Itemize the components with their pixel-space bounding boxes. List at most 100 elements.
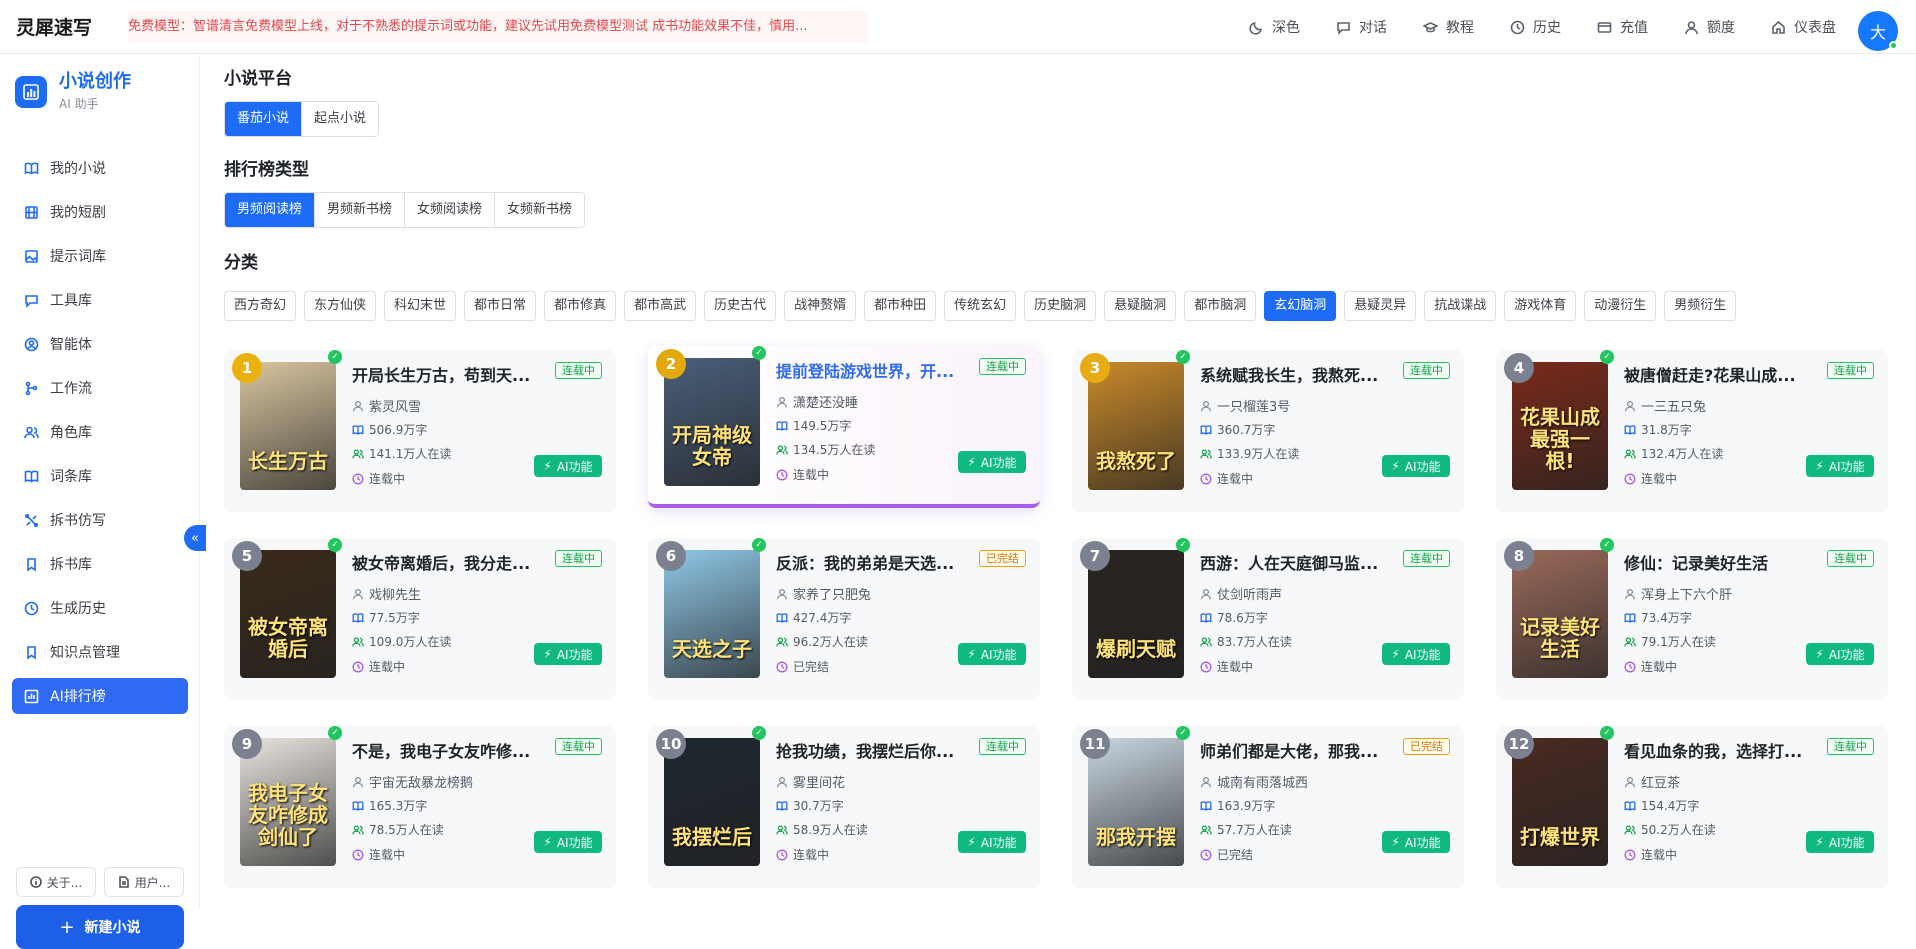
sidebar-item-9[interactable]: 拆书仿写 <box>12 502 188 538</box>
category-chip[interactable]: 抗战谍战 <box>1424 291 1497 321</box>
book-card[interactable]: 4 ✓ 花果山成最强一根! 被唐僧赶走?花果山成... 连载中 一三五只兔 31.8万字 13… <box>1496 350 1888 512</box>
category-chip[interactable]: 东方仙侠 <box>304 291 377 321</box>
sidebar-item-5[interactable]: 智能体 <box>12 326 188 362</box>
category-chip[interactable]: 都市种田 <box>864 291 937 321</box>
book-card[interactable]: 10 ✓ 我摆烂后 抢我功绩，我摆烂后你... 连载中 雾里间花 30.7万字 58.9万人在… <box>648 726 1040 888</box>
category-chip[interactable]: 玄幻脑洞 <box>1264 291 1337 321</box>
category-chip[interactable]: 传统玄幻 <box>944 291 1017 321</box>
category-chip[interactable]: 历史脑洞 <box>1024 291 1097 321</box>
book-title[interactable]: 抢我功绩，我摆烂后你... <box>776 738 956 762</box>
new-novel-button[interactable]: + 新建小说 <box>16 905 184 949</box>
category-chip[interactable]: 游戏体育 <box>1504 291 1577 321</box>
topnav-home[interactable]: 仪表盘 <box>1771 17 1836 37</box>
book-card[interactable]: 12 ✓ 打爆世界 看见血条的我，选择打... 连载中 红豆茶 154.4万字 50.2万人在… <box>1496 726 1888 888</box>
book-card[interactable]: 7 ✓ 爆刷天赋 西游：人在天庭御马监... 连载中 仗剑听雨声 78.6万字 83.7万人在… <box>1072 538 1464 700</box>
ranking-tab[interactable]: 女频新书榜 <box>494 193 585 227</box>
book-card[interactable]: 6 ✓ 天选之子 反派：我的弟弟是天选... 已完结 家养了只肥兔 427.4万字 96.2万… <box>648 538 1040 700</box>
app-logo[interactable]: 灵犀速写 <box>16 13 128 40</box>
book-cover[interactable]: 开局神级女帝 <box>664 358 760 486</box>
book-card[interactable]: 8 ✓ 记录美好生活 修仙：记录美好生活 连载中 浑身上下六个肝 73.4万字 79.1万人在… <box>1496 538 1888 700</box>
platform-tab[interactable]: 起点小说 <box>301 102 379 136</box>
category-chip[interactable]: 都市日常 <box>464 291 537 321</box>
book-cover[interactable]: 长生万古 <box>240 362 336 490</box>
sidebar-item-8[interactable]: 词条库 <box>12 458 188 494</box>
sidebar-item-13[interactable]: AI排行榜 <box>12 678 188 714</box>
topnav-card[interactable]: 充值 <box>1597 17 1648 37</box>
ai-feature-button[interactable]: ⚡ AI功能 <box>1806 831 1874 853</box>
book-title[interactable]: 被女帝离婚后，我分走... <box>352 550 532 574</box>
platform-tab[interactable]: 番茄小说 <box>225 102 302 136</box>
about-button[interactable]: 关于... <box>16 867 96 897</box>
topnav-chat[interactable]: 对话 <box>1336 17 1387 37</box>
ranking-tab[interactable]: 男频新书榜 <box>314 193 405 227</box>
category-chip[interactable]: 悬疑脑洞 <box>1104 291 1177 321</box>
sidebar-item-11[interactable]: 生成历史 <box>12 590 188 626</box>
topnav-graduation-cap[interactable]: 教程 <box>1423 17 1474 37</box>
category-chip[interactable]: 男频衍生 <box>1664 291 1737 321</box>
book-cover[interactable]: 记录美好生活 <box>1512 550 1608 678</box>
book-cover[interactable]: 天选之子 <box>664 550 760 678</box>
sidebar-item-7[interactable]: 角色库 <box>12 414 188 450</box>
book-card[interactable]: 2 ✓ 开局神级女帝 提前登陆游戏世界，开... 连载中 潇楚还没睡 149.5万字 134.… <box>648 346 1040 508</box>
ranking-tab[interactable]: 女频阅读榜 <box>404 193 495 227</box>
ai-feature-button[interactable]: ⚡ AI功能 <box>1806 643 1874 665</box>
sidebar-item-1[interactable]: 我的小说 <box>12 150 188 186</box>
book-title[interactable]: 修仙：记录美好生活 <box>1624 550 1804 574</box>
book-cover[interactable]: 爆刷天赋 <box>1088 550 1184 678</box>
book-title[interactable]: 反派：我的弟弟是天选... <box>776 550 956 574</box>
ranking-tab[interactable]: 男频阅读榜 <box>225 193 315 227</box>
book-cover[interactable]: 我电子女友咋修成剑仙了 <box>240 738 336 866</box>
book-title[interactable]: 看见血条的我，选择打... <box>1624 738 1804 762</box>
book-card[interactable]: 5 ✓ 被女帝离婚后 被女帝离婚后，我分走... 连载中 戏柳先生 77.5万字 109.0万… <box>224 538 616 700</box>
book-cover[interactable]: 打爆世界 <box>1512 738 1608 866</box>
book-cover[interactable]: 被女帝离婚后 <box>240 550 336 678</box>
book-card[interactable]: 1 ✓ 长生万古 开局长生万古，苟到天... 连载中 紫灵风雪 506.9万字 141.1万人… <box>224 350 616 512</box>
category-chip[interactable]: 都市脑洞 <box>1184 291 1257 321</box>
ai-feature-button[interactable]: ⚡ AI功能 <box>534 455 602 477</box>
category-chip[interactable]: 都市高武 <box>624 291 697 321</box>
ai-feature-button[interactable]: ⚡ AI功能 <box>958 451 1026 473</box>
book-cover[interactable]: 那我开摆 <box>1088 738 1184 866</box>
topnav-clock[interactable]: 历史 <box>1510 17 1561 37</box>
book-cover[interactable]: 花果山成最强一根! <box>1512 362 1608 490</box>
sidebar-item-label: 提示词库 <box>50 249 106 265</box>
book-title[interactable]: 系统赋我长生，我熬死... <box>1200 362 1380 386</box>
sidebar-item-12[interactable]: 知识点管理 <box>12 634 188 670</box>
ai-feature-button[interactable]: ⚡ AI功能 <box>1382 455 1450 477</box>
book-title[interactable]: 提前登陆游戏世界，开... <box>776 358 956 382</box>
book-title[interactable]: 西游：人在天庭御马监... <box>1200 550 1380 574</box>
sidebar-item-3[interactable]: 提示词库 <box>12 238 188 274</box>
ai-feature-button[interactable]: ⚡ AI功能 <box>1806 455 1874 477</box>
book-card[interactable]: 3 ✓ 我熬死了 系统赋我长生，我熬死... 连载中 一只榴莲3号 360.7万字 133.9… <box>1072 350 1464 512</box>
category-chip[interactable]: 都市修真 <box>544 291 617 321</box>
collapse-sidebar-button[interactable]: « <box>184 525 206 551</box>
book-card[interactable]: 11 ✓ 那我开摆 师弟们都是大佬，那我... 已完结 城南有雨落城西 163.9万字 57.… <box>1072 726 1464 888</box>
topnav-moon[interactable]: 深色 <box>1249 17 1300 37</box>
category-chip[interactable]: 西方奇幻 <box>224 291 297 321</box>
sidebar-item-2[interactable]: 我的短剧 <box>12 194 188 230</box>
ai-feature-button[interactable]: ⚡ AI功能 <box>1382 643 1450 665</box>
book-title[interactable]: 开局长生万古，苟到天... <box>352 362 532 386</box>
category-chip[interactable]: 战神赘婿 <box>784 291 857 321</box>
book-cover[interactable]: 我熬死了 <box>1088 362 1184 490</box>
category-chip[interactable]: 悬疑灵异 <box>1344 291 1417 321</box>
user-button[interactable]: 用户... <box>104 867 184 897</box>
book-card[interactable]: 9 ✓ 我电子女友咋修成剑仙了 不是，我电子女友咋修... 连载中 宇宙无敌暴龙榜鹅 165… <box>224 726 616 888</box>
book-cover[interactable]: 我摆烂后 <box>664 738 760 866</box>
avatar[interactable]: 大 <box>1858 11 1898 51</box>
book-title[interactable]: 不是，我电子女友咋修... <box>352 738 532 762</box>
sidebar-item-10[interactable]: 拆书库 <box>12 546 188 582</box>
ai-feature-button[interactable]: ⚡ AI功能 <box>534 643 602 665</box>
book-title[interactable]: 师弟们都是大佬，那我... <box>1200 738 1380 762</box>
sidebar-item-4[interactable]: 工具库 <box>12 282 188 318</box>
ai-feature-button[interactable]: ⚡ AI功能 <box>534 831 602 853</box>
ai-feature-button[interactable]: ⚡ AI功能 <box>958 643 1026 665</box>
category-chip[interactable]: 动漫衍生 <box>1584 291 1657 321</box>
ai-feature-button[interactable]: ⚡ AI功能 <box>958 831 1026 853</box>
sidebar-item-6[interactable]: 工作流 <box>12 370 188 406</box>
category-chip[interactable]: 历史古代 <box>704 291 777 321</box>
category-chip[interactable]: 科幻末世 <box>384 291 457 321</box>
topnav-user[interactable]: 额度 <box>1684 17 1735 37</box>
book-title[interactable]: 被唐僧赶走?花果山成... <box>1624 362 1804 386</box>
ai-feature-button[interactable]: ⚡ AI功能 <box>1382 831 1450 853</box>
